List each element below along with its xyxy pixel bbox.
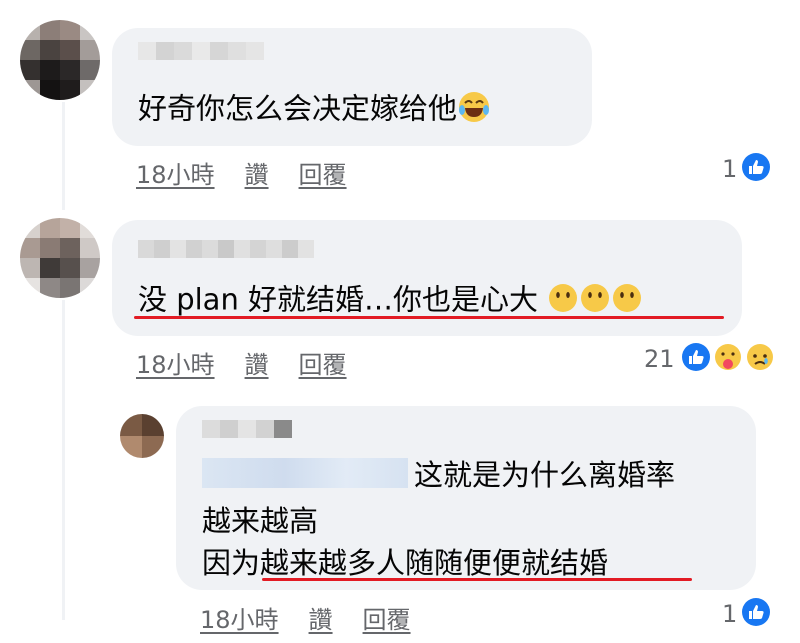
avatar[interactable] — [120, 414, 164, 458]
reaction-summary[interactable]: 1 — [722, 152, 771, 186]
thread-line — [62, 102, 65, 210]
avatar[interactable] — [20, 20, 100, 100]
reply-line3-prefix: 因为 — [202, 546, 261, 580]
reply-link[interactable]: 回覆 — [299, 345, 347, 380]
reply-timestamp[interactable]: 18小時 — [200, 600, 279, 635]
mentioned-user-blurred[interactable] — [202, 458, 408, 488]
like-reaction-icon — [681, 342, 711, 376]
reply-line1: 这就是为什么离婚率 — [414, 458, 676, 492]
like-link[interactable]: 讚 — [309, 600, 333, 635]
like-link[interactable]: 讚 — [245, 155, 269, 190]
reply-link[interactable]: 回覆 — [363, 600, 411, 635]
sad-reaction-icon — [745, 342, 775, 376]
reaction-summary[interactable]: 21 — [644, 342, 775, 376]
author-name-blurred[interactable] — [138, 240, 314, 258]
reaction-count: 21 — [644, 345, 675, 373]
reaction-summary[interactable]: 1 — [722, 597, 771, 631]
reply-link[interactable]: 回覆 — [299, 155, 347, 190]
author-name-blurred[interactable] — [138, 42, 264, 60]
like-reaction-icon — [741, 152, 771, 186]
reaction-count: 1 — [722, 600, 738, 628]
reaction-count: 1 — [722, 155, 738, 183]
comment-timestamp[interactable]: 18小時 — [136, 155, 215, 190]
reply-line3: 因为越来越多人随随便便就结婚 — [202, 546, 608, 580]
reply-line3-underlined: 越来越多人随随便便就结婚 — [260, 546, 609, 580]
author-name-blurred[interactable] — [202, 420, 292, 438]
red-underline-annotation — [262, 578, 692, 581]
laugh-cry-icon — [457, 90, 491, 131]
comment-text-content: 好奇你怎么会决定嫁给他 — [138, 91, 458, 126]
care-reaction-icon — [713, 342, 743, 376]
comment-bubble: 没 plan 好就结婚…你也是心大 — [112, 220, 742, 336]
comment-text-content: 没 plan 好就结婚…你也是心大 — [138, 282, 539, 317]
comment-text: 好奇你怎么会决定嫁给他 — [138, 90, 491, 131]
reply-bubble: 这就是为什么离婚率 越来越高 因为越来越多人随随便便就结婚 — [176, 406, 756, 590]
like-reaction-icon — [741, 597, 771, 631]
comment-timestamp[interactable]: 18小時 — [136, 345, 215, 380]
red-underline-annotation — [134, 316, 724, 319]
avatar[interactable] — [20, 218, 100, 298]
comment-bubble: 好奇你怎么会决定嫁给他 — [112, 28, 592, 146]
thread-line — [62, 300, 65, 620]
reply-line2: 越来越高 — [202, 504, 319, 538]
like-link[interactable]: 讚 — [245, 345, 269, 380]
